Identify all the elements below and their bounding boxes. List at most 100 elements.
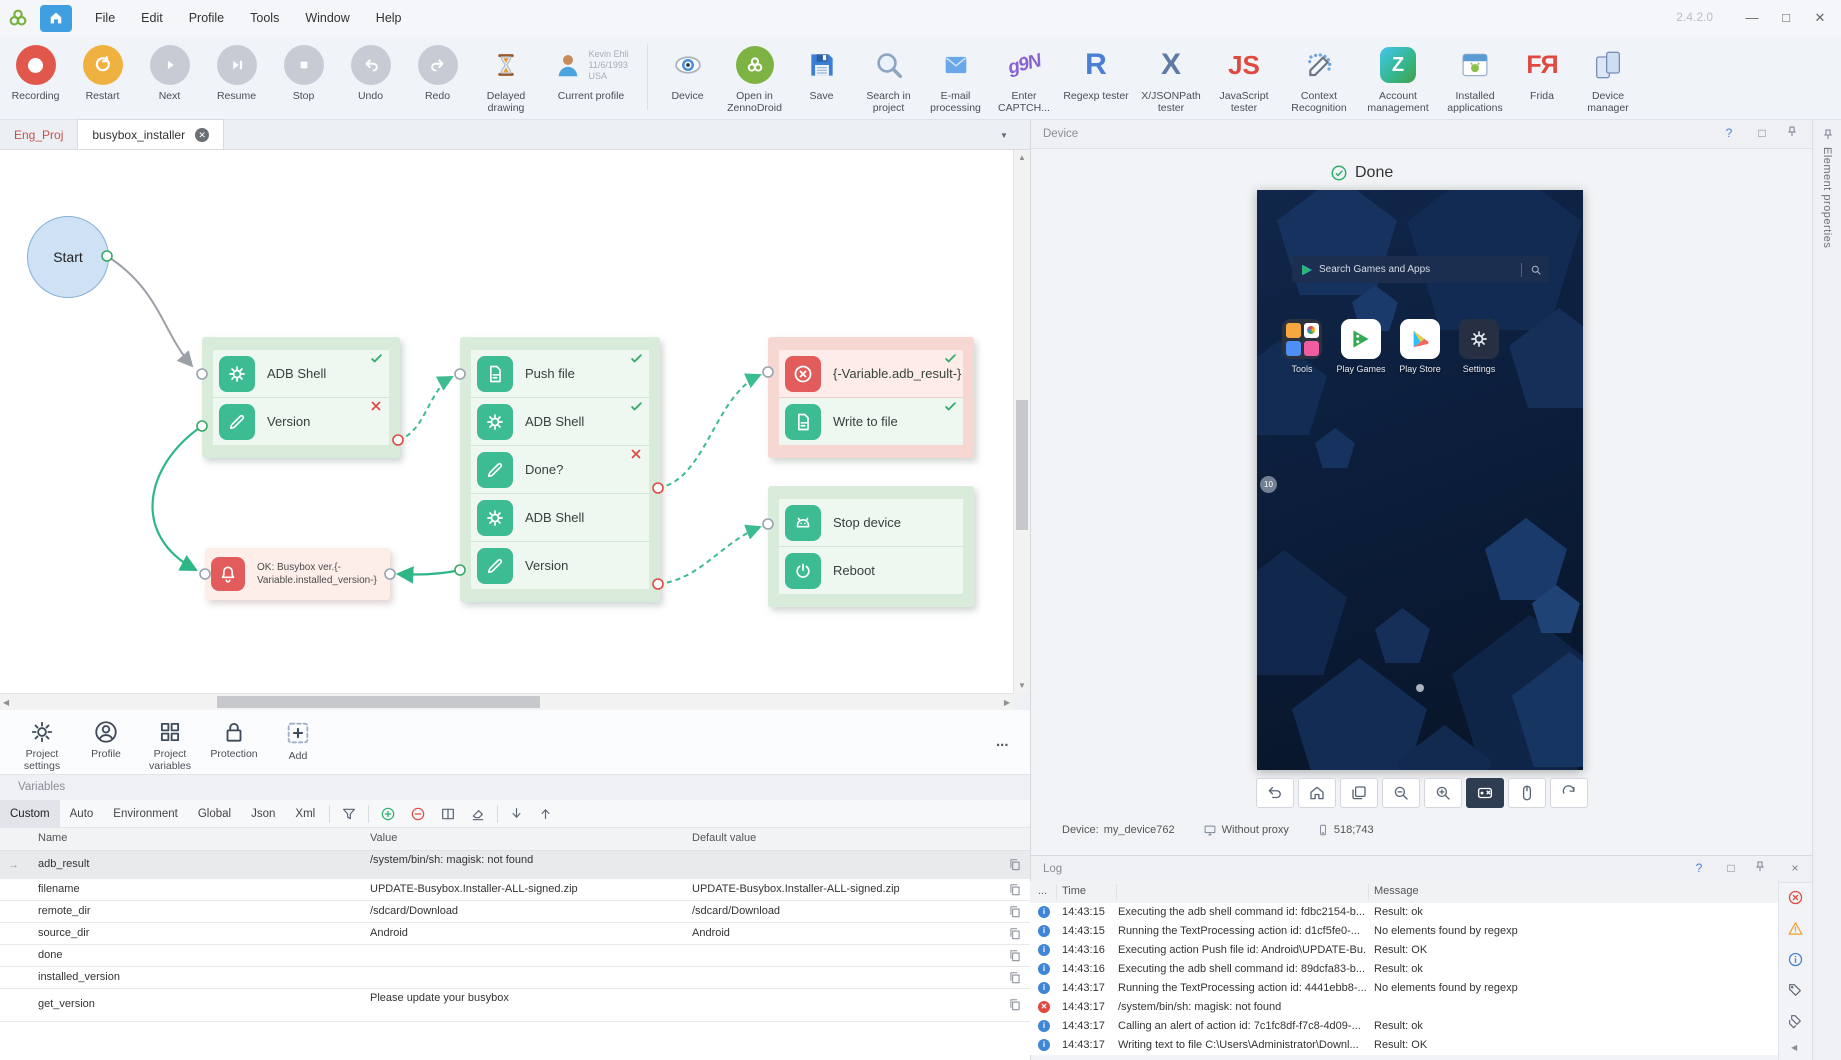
device-pin-icon[interactable]: [1786, 125, 1804, 141]
variable-default[interactable]: /sdcard/Download: [692, 905, 982, 917]
clear-values-icon[interactable]: [463, 800, 493, 827]
variable-name[interactable]: remote_dir: [38, 905, 338, 917]
variable-row-source_dir[interactable]: source_dirAndroidAndroid: [0, 923, 1030, 945]
flowchart-canvas[interactable]: StartADB ShellVersionPush fileADB ShellD…: [0, 150, 1013, 693]
log-pin-icon[interactable]: [1754, 860, 1772, 876]
projectbar-add[interactable]: Add: [266, 710, 330, 774]
toolbar-button-context-recognition[interactable]: Context Recognition: [1279, 36, 1359, 114]
projectbar-project-settings[interactable]: Project settings: [10, 710, 74, 774]
play-search-bar[interactable]: Search Games and Apps: [1292, 256, 1550, 283]
home-button-device[interactable]: [1298, 778, 1336, 808]
device-screen[interactable]: Search Games and AppsToolsPlay GamesPlay…: [1257, 190, 1583, 770]
variables-tab-xml[interactable]: Xml: [285, 800, 325, 827]
log-maximize-icon[interactable]: □: [1722, 860, 1740, 876]
toolbar-button-device-manager[interactable]: Device manager: [1571, 36, 1645, 114]
toolbar-button-save[interactable]: Save: [788, 36, 855, 102]
refresh-button[interactable]: [1550, 778, 1588, 808]
zoom-in-button[interactable]: [1424, 778, 1462, 808]
menu-tools[interactable]: Tools: [237, 0, 292, 36]
toolbar-button-installed-applications[interactable]: Installed applications: [1437, 36, 1513, 114]
back-button[interactable]: [1256, 778, 1294, 808]
toolbar-button-resume[interactable]: Resume: [203, 36, 270, 102]
toolbar-button-e-mail-processing[interactable]: E-mail processing: [922, 36, 989, 114]
collapse-arrow-icon[interactable]: ◀: [1791, 1043, 1797, 1052]
toolbar-button-search-in-project[interactable]: Search in project: [855, 36, 922, 114]
variable-name[interactable]: source_dir: [38, 927, 338, 939]
copy-icon[interactable]: [1008, 998, 1022, 1012]
vertical-scroll-thumb[interactable]: [1016, 400, 1028, 530]
projectbar-project-variables[interactable]: Project variables: [138, 710, 202, 774]
toolbar-button-stop[interactable]: Stop: [270, 36, 337, 102]
copy-icon[interactable]: [1008, 858, 1022, 872]
variable-name[interactable]: adb_result: [38, 858, 338, 870]
horizontal-scroll-thumb[interactable]: [217, 696, 540, 708]
variables-tab-auto[interactable]: Auto: [60, 800, 104, 827]
variable-value[interactable]: Please update your busybox: [370, 992, 670, 1004]
filter-warnings-icon[interactable]: [1787, 920, 1804, 937]
toolbar-button-current-profile[interactable]: Kevin Ehli11/6/1993USACurrent profile: [541, 36, 641, 102]
variable-value[interactable]: /system/bin/sh: magisk: not found: [370, 854, 670, 866]
toolbar-button-javascript-tester[interactable]: JSJavaScript tester: [1209, 36, 1279, 114]
variable-name[interactable]: installed_version: [38, 971, 338, 983]
toolbar-button-device[interactable]: Device: [654, 36, 721, 102]
variable-row-done[interactable]: done: [0, 945, 1030, 967]
filter-info-icon[interactable]: [1787, 951, 1804, 968]
variable-name[interactable]: get_version: [38, 998, 338, 1010]
keymapping-button[interactable]: [1466, 778, 1504, 808]
move-up-icon[interactable]: [531, 800, 560, 827]
log-row[interactable]: i14:43:15Running the TextProcessing acti…: [1030, 922, 1778, 941]
menu-window[interactable]: Window: [292, 0, 362, 36]
copy-icon[interactable]: [1008, 927, 1022, 941]
log-row[interactable]: i14:43:17Running the TextProcessing acti…: [1030, 979, 1778, 998]
columns-icon[interactable]: [433, 800, 463, 827]
start-node[interactable]: Start: [27, 216, 109, 298]
scroll-down-icon[interactable]: ▼: [1014, 681, 1030, 690]
toolbar-button-restart[interactable]: Restart: [69, 36, 136, 102]
log-help-icon[interactable]: ?: [1690, 860, 1708, 876]
minimize-button[interactable]: —: [1741, 8, 1763, 28]
mouse-mode-button[interactable]: [1508, 778, 1546, 808]
log-row[interactable]: i14:43:15Executing the adb shell command…: [1030, 903, 1778, 922]
recents-button[interactable]: [1340, 778, 1378, 808]
action-write-to-file[interactable]: Write to file: [779, 398, 963, 445]
projectbar-protection[interactable]: Protection: [202, 710, 266, 774]
variables-tab-global[interactable]: Global: [188, 800, 241, 827]
filter-errors-icon[interactable]: [1787, 889, 1804, 906]
column-header-default-value[interactable]: Default value: [692, 832, 756, 844]
toolbar-button-undo[interactable]: Undo: [337, 36, 404, 102]
column-header-value[interactable]: Value: [370, 832, 397, 844]
app-tools[interactable]: Tools: [1275, 318, 1329, 374]
sidebar-badge[interactable]: 10: [1260, 476, 1277, 493]
tab-eng_proj[interactable]: Eng_Proj: [0, 120, 77, 149]
element-properties-pin-icon[interactable]: [1813, 120, 1841, 147]
toolbar-button-redo[interactable]: Redo: [404, 36, 471, 102]
tag-icon[interactable]: [1787, 982, 1803, 998]
action-adb-shell[interactable]: ADB Shell: [213, 350, 389, 398]
element-properties-strip[interactable]: Element properties: [1812, 120, 1841, 1060]
tab-list-dropdown-icon[interactable]: ▼: [1000, 131, 1008, 140]
variable-value[interactable]: /sdcard/Download: [370, 905, 670, 917]
app-play-store[interactable]: Play Store: [1393, 318, 1447, 374]
tags-icon[interactable]: [1787, 1013, 1803, 1029]
move-down-icon[interactable]: [502, 800, 531, 827]
device-help-icon[interactable]: ?: [1720, 125, 1738, 141]
tab-close-icon[interactable]: ✕: [195, 128, 209, 142]
toolbar-button-recording[interactable]: Recording: [2, 36, 69, 102]
filter-icon[interactable]: [334, 800, 364, 827]
variable-default[interactable]: UPDATE-Busybox.Installer-ALL-signed.zip: [692, 883, 982, 895]
copy-icon[interactable]: [1008, 971, 1022, 985]
scroll-left-icon[interactable]: ◀: [3, 698, 9, 707]
variable-value[interactable]: UPDATE-Busybox.Installer-ALL-signed.zip: [370, 883, 670, 895]
log-col-dots[interactable]: ...: [1038, 885, 1047, 897]
canvas-horizontal-scrollbar[interactable]: ◀ ▶: [0, 693, 1013, 710]
more-actions-button[interactable]: ...: [996, 733, 1009, 750]
variable-default[interactable]: Android: [692, 927, 982, 939]
toolbar-button-delayed-drawing[interactable]: Delayed drawing: [471, 36, 541, 114]
column-header-name[interactable]: Name: [38, 832, 67, 844]
menu-help[interactable]: Help: [363, 0, 415, 36]
action-variable-adb-result[interactable]: {-Variable.adb_result-}: [779, 350, 963, 398]
action-reboot[interactable]: Reboot: [779, 547, 963, 594]
remove-variable-icon[interactable]: [403, 800, 433, 827]
close-button[interactable]: ✕: [1809, 8, 1831, 28]
toolbar-button-frida[interactable]: FЯFrida: [1513, 36, 1571, 102]
